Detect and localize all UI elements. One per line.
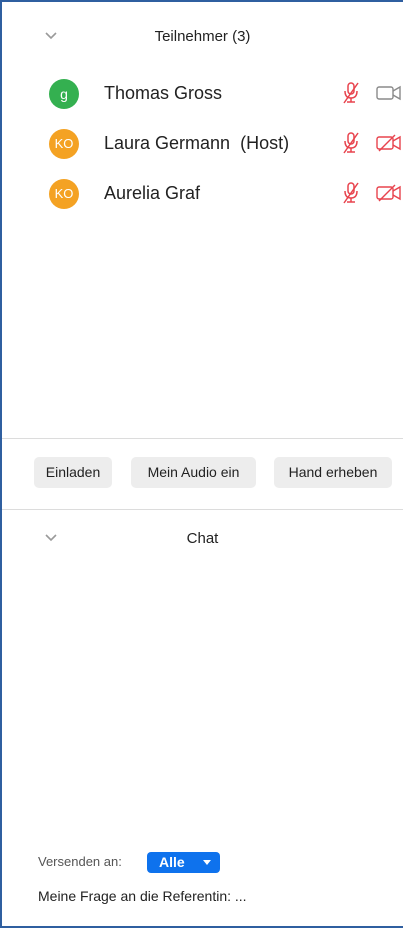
video-camera-off-icon[interactable] [376,134,403,152]
avatar: g [49,79,79,109]
avatar: KO [49,179,79,209]
recipient-label: Alle [159,854,185,870]
participant-name: Aurelia Graf [104,183,201,203]
caret-down-icon [203,860,211,865]
participant-row[interactable]: KO Laura Germann (Host) [2,121,403,167]
divider [2,438,403,439]
raise-hand-button[interactable]: Hand erheben [274,457,392,488]
avatar: KO [49,129,79,159]
participant-name: Laura Germann (Host) [104,133,290,153]
participant-name: Thomas Gross [104,83,223,103]
video-camera-off-icon[interactable] [376,184,403,202]
mic-muted-icon[interactable] [342,81,360,105]
divider [2,509,403,510]
mic-muted-icon[interactable] [342,181,360,205]
chat-header[interactable]: Chat [2,520,403,560]
unmute-audio-button[interactable]: Mein Audio ein [131,457,256,488]
chat-message-input[interactable]: Meine Frage an die Referentin: ... [38,888,388,910]
recipient-dropdown[interactable]: Alle [147,852,220,873]
participant-row[interactable]: KO Aurelia Graf [2,171,403,217]
mic-muted-icon[interactable] [342,131,360,155]
participants-title: Teilnehmer (3) [154,28,251,45]
video-camera-icon[interactable] [376,84,403,102]
participant-row[interactable]: g Thomas Gross [2,71,403,117]
participants-header[interactable]: Teilnehmer (3) [2,18,403,58]
chat-title: Chat [186,530,219,547]
invite-button[interactable]: Einladen [34,457,112,488]
send-to-label: Versenden an: [38,854,122,869]
